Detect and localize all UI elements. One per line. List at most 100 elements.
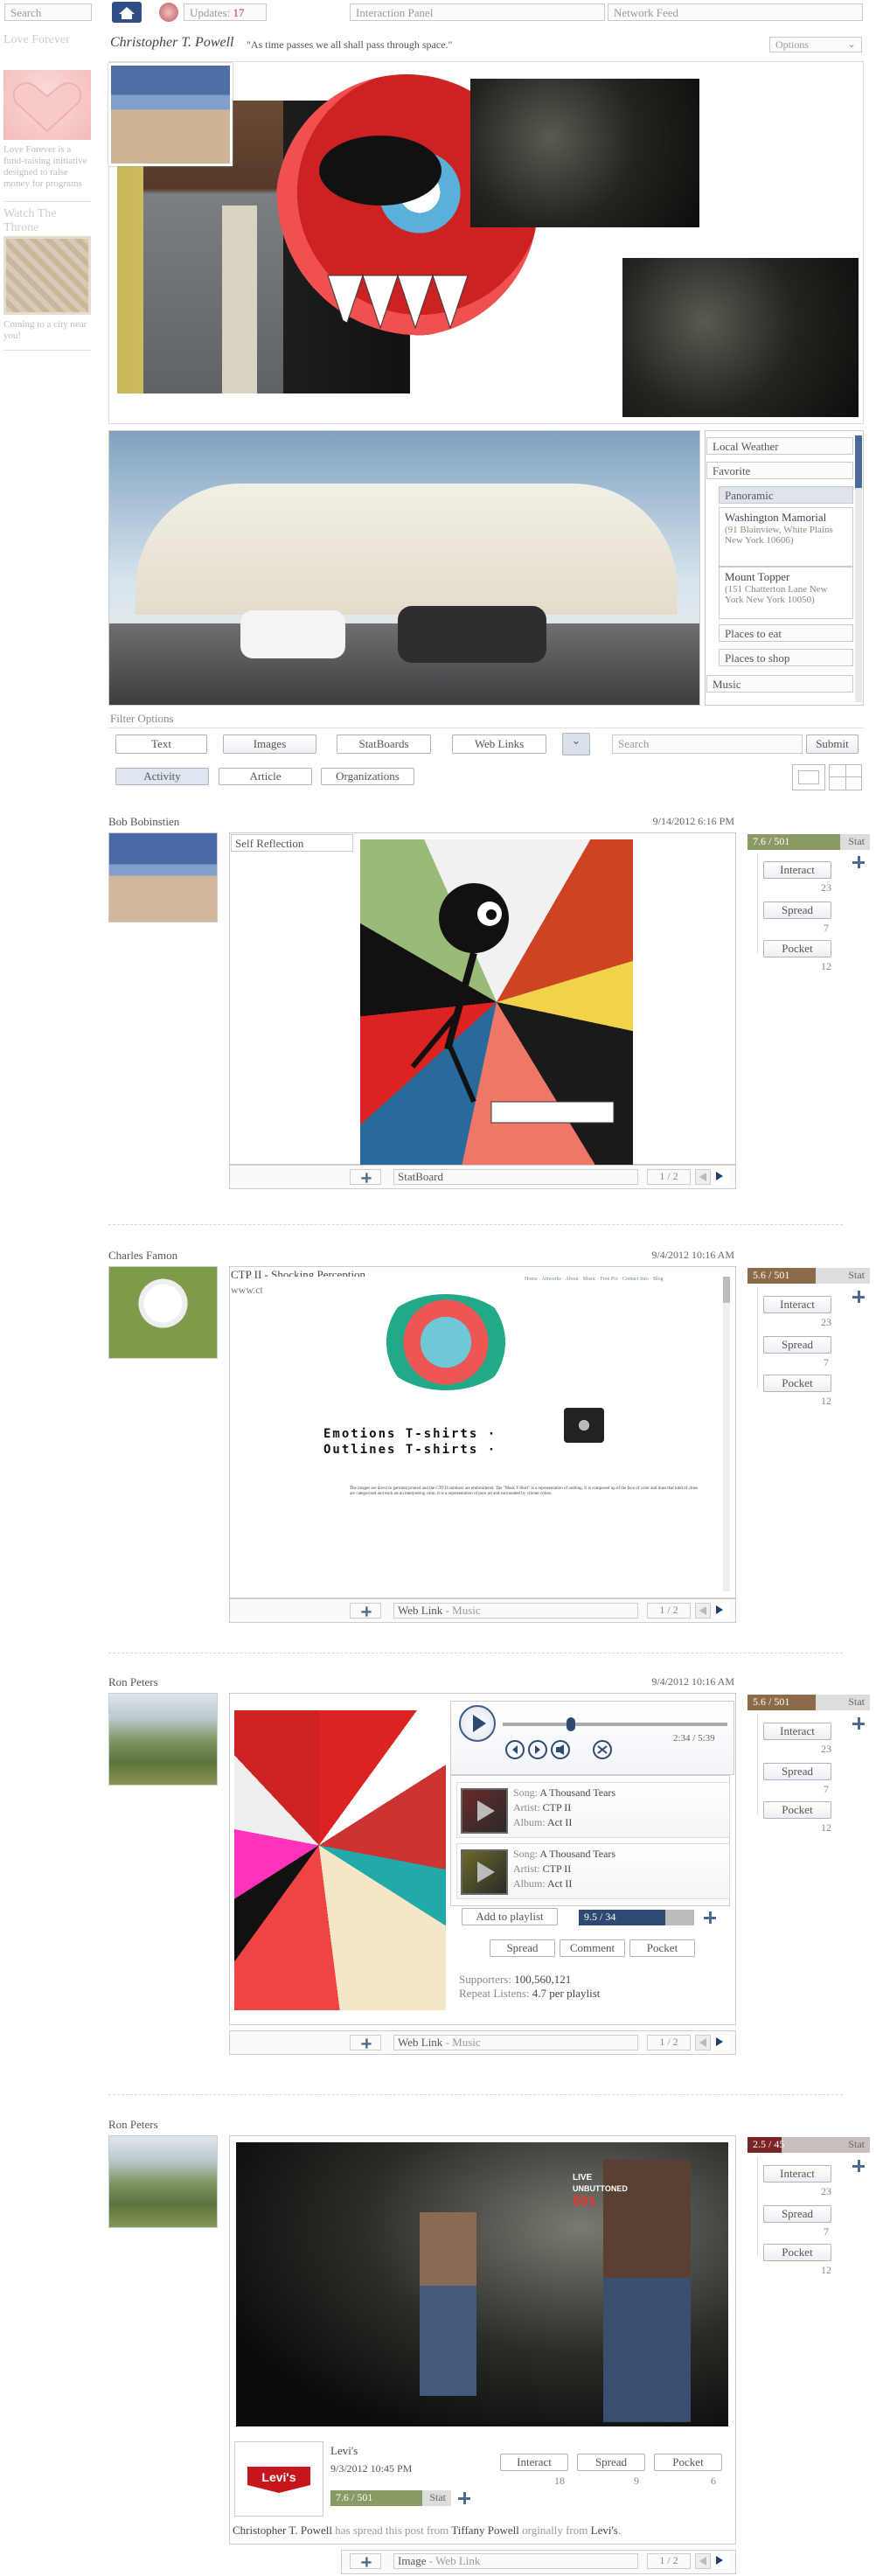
author-avatar[interactable] xyxy=(108,2135,218,2228)
post-author[interactable]: Ron Peters xyxy=(108,2118,158,2132)
pocket-button[interactable]: Pocket xyxy=(763,2244,831,2261)
prev-arrow[interactable] xyxy=(695,1603,711,1619)
sidebar-item-title[interactable]: Love Forever xyxy=(3,33,70,47)
profile-name[interactable]: Christopher T. Powell xyxy=(110,35,234,51)
score-bar[interactable]: 2.5 / 45 Stat xyxy=(747,2137,870,2153)
stat-label[interactable]: Stat xyxy=(848,1269,865,1282)
song-title[interactable]: A Thousand Tears xyxy=(539,1786,615,1799)
spread-button[interactable]: Spread xyxy=(763,1336,831,1354)
pocket-button[interactable]: Pocket xyxy=(763,1375,831,1392)
author-avatar[interactable] xyxy=(108,1266,218,1359)
add-icon[interactable] xyxy=(458,2492,470,2504)
home-icon[interactable] xyxy=(112,2,142,23)
filter-activity-tab[interactable]: Activity xyxy=(115,768,209,785)
preview-scrollbar[interactable] xyxy=(723,1277,730,1591)
panoramic-tab[interactable]: Panoramic xyxy=(719,486,853,504)
interact-button[interactable]: Interact xyxy=(763,2165,831,2183)
playlist-item[interactable]: Song: A Thousand Tears Artist: CTP II Albu… xyxy=(456,1843,730,1899)
top-search-input[interactable]: Search xyxy=(4,3,92,21)
pocket-button[interactable]: Pocket xyxy=(763,940,831,957)
spread-button[interactable]: Spread xyxy=(763,902,831,919)
next-arrow[interactable] xyxy=(713,1169,728,1185)
sharer-link[interactable]: Christopher T. Powell xyxy=(233,2524,332,2537)
progress-thumb[interactable] xyxy=(567,1717,575,1731)
player-pocket-button[interactable]: Pocket xyxy=(629,1939,695,1957)
share-origin-link[interactable]: Levi's xyxy=(591,2524,618,2537)
filter-submit-button[interactable]: Submit xyxy=(806,735,859,754)
places-to-eat-tab[interactable]: Places to eat xyxy=(719,624,853,642)
score-bar[interactable]: 5.6 / 501 Stat xyxy=(747,1695,870,1710)
album-name[interactable]: Act II xyxy=(547,1816,572,1828)
options-dropdown[interactable]: Options ⌄ xyxy=(769,37,862,52)
filter-organizations-tab[interactable]: Organizations xyxy=(321,768,414,785)
local-panel-scrollbar[interactable] xyxy=(855,435,862,702)
filter-more-dropdown[interactable]: ⌄ xyxy=(562,733,590,755)
grid-view-icon[interactable] xyxy=(829,764,862,790)
list-view-icon[interactable] xyxy=(792,764,825,790)
post-author[interactable]: Bob Bobinstien xyxy=(108,815,179,829)
collage-sculpture-1[interactable] xyxy=(470,79,699,227)
shuffle-icon[interactable] xyxy=(593,1740,612,1759)
levis-ad-image[interactable]: LIVE UNBUTTONED 501 xyxy=(236,2142,728,2426)
filter-statboards-button[interactable]: StatBoards xyxy=(337,735,431,754)
panorama-street-photo[interactable] xyxy=(108,430,700,706)
places-to-shop-tab[interactable]: Places to shop xyxy=(719,649,853,666)
updates-counter[interactable]: Updates: 17 xyxy=(184,3,267,21)
filter-article-tab[interactable]: Article xyxy=(219,768,312,785)
post-author[interactable]: Charles Famon xyxy=(108,1249,177,1263)
playlist-rating-bar[interactable]: 9.5 / 34 xyxy=(579,1910,694,1925)
love-forever-image[interactable] xyxy=(3,70,91,140)
next-arrow[interactable] xyxy=(713,1603,728,1619)
prev-track-icon[interactable] xyxy=(505,1740,525,1759)
location-card[interactable]: Mount Topper (151 Chatterton Lane New Yo… xyxy=(719,567,853,619)
album-name[interactable]: Act II xyxy=(547,1877,572,1890)
watch-the-throne-image[interactable] xyxy=(3,236,91,315)
score-bar[interactable]: 5.6 / 501 Stat xyxy=(747,1268,870,1284)
move-icon[interactable] xyxy=(350,2553,381,2569)
player-comment-button[interactable]: Comment xyxy=(560,1939,625,1957)
sidebar-item-title[interactable]: Watch The Throne xyxy=(3,207,91,235)
post-title[interactable]: Self Reflection xyxy=(231,834,353,852)
brand-logo[interactable]: Levi's xyxy=(234,2441,323,2517)
spread-button[interactable]: Spread xyxy=(763,1763,831,1780)
post-author[interactable]: Ron Peters xyxy=(108,1675,158,1689)
next-arrow[interactable] xyxy=(713,2553,728,2569)
brand-pocket-button[interactable]: Pocket xyxy=(654,2454,722,2471)
next-arrow[interactable] xyxy=(713,2035,728,2050)
interact-button[interactable]: Interact xyxy=(763,1723,831,1740)
self-reflection-collage[interactable] xyxy=(360,839,633,1165)
brand-spread-button[interactable]: Spread xyxy=(577,2454,645,2471)
add-icon[interactable] xyxy=(852,2160,865,2172)
share-from-link[interactable]: Tiffany Powell xyxy=(451,2524,519,2537)
updates-icon[interactable] xyxy=(159,3,178,22)
filter-weblinks-button[interactable]: Web Links xyxy=(452,735,546,754)
prev-arrow[interactable] xyxy=(695,2035,711,2050)
move-icon[interactable] xyxy=(350,2035,381,2050)
favorite-tab[interactable]: Favorite xyxy=(706,462,853,479)
spread-button[interactable]: Spread xyxy=(763,2205,831,2223)
artist-name[interactable]: CTP II xyxy=(543,1862,572,1875)
interact-button[interactable]: Interact xyxy=(763,1296,831,1313)
collage-beach-photo[interactable] xyxy=(108,63,233,166)
filter-text-button[interactable]: Text xyxy=(115,735,207,754)
song-title[interactable]: A Thousand Tears xyxy=(539,1848,615,1860)
add-icon[interactable] xyxy=(704,1911,716,1924)
playlist-item[interactable]: Song: A Thousand Tears Artist: CTP II Albu… xyxy=(456,1782,730,1838)
stat-label[interactable]: Stat xyxy=(848,1695,865,1709)
move-icon[interactable] xyxy=(350,1603,381,1619)
brand-interact-button[interactable]: Interact xyxy=(500,2454,568,2471)
brand-score-bar[interactable]: 7.6 / 501 Stat xyxy=(330,2490,451,2506)
website-preview[interactable]: Home · Artworks · About · Music · Free P… xyxy=(262,1277,719,1591)
stat-label[interactable]: Stat xyxy=(848,835,865,848)
filter-search-input[interactable]: Search xyxy=(612,735,803,754)
prev-arrow[interactable] xyxy=(695,2553,711,2569)
music-tab[interactable]: Music xyxy=(706,675,853,693)
artist-name[interactable]: CTP II xyxy=(543,1801,572,1814)
author-avatar[interactable] xyxy=(108,832,218,922)
album-art[interactable] xyxy=(234,1710,446,2010)
player-spread-button[interactable]: Spread xyxy=(490,1939,555,1957)
local-weather-tab[interactable]: Local Weather xyxy=(706,437,853,455)
play-button[interactable] xyxy=(459,1705,496,1742)
move-icon[interactable] xyxy=(350,1169,381,1185)
volume-icon[interactable] xyxy=(551,1740,570,1759)
